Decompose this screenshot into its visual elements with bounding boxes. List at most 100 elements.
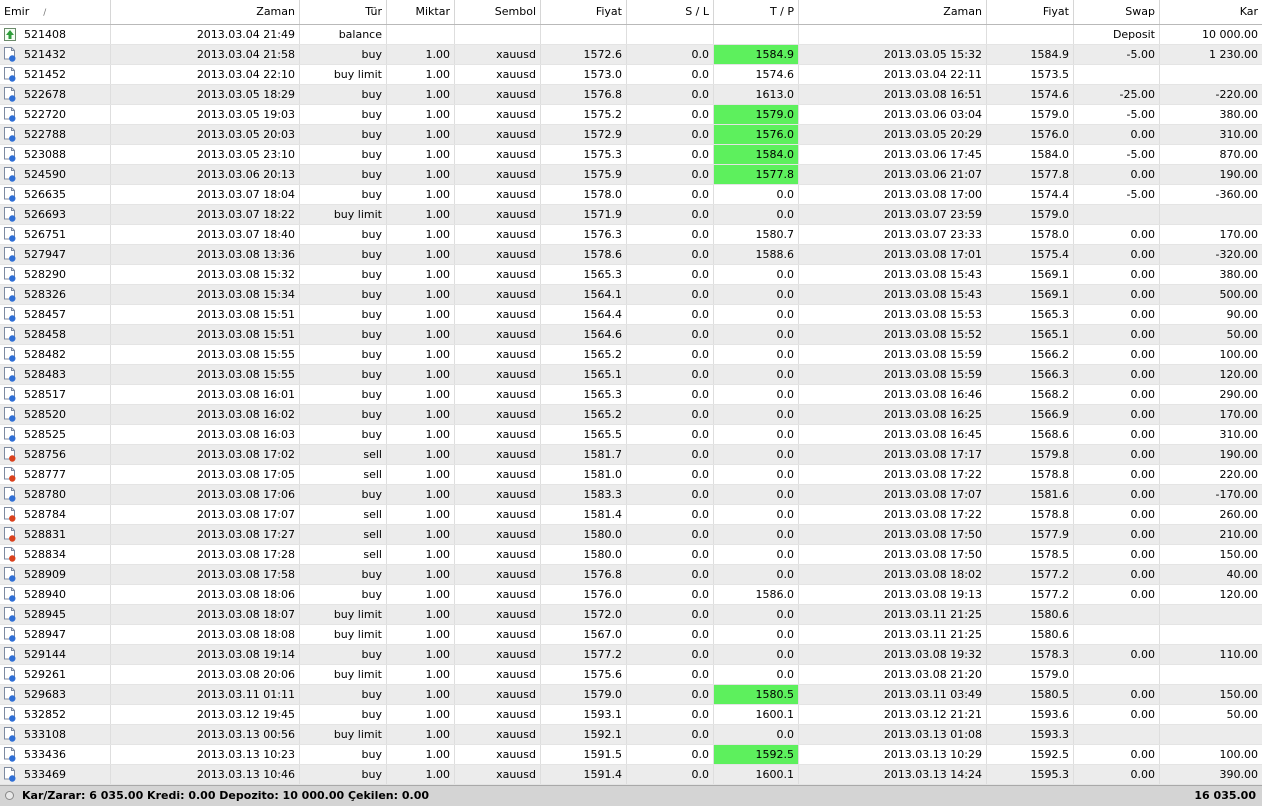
table-row[interactable]: 529261 2013.03.08 20:06 buy limit 1.00 xauus… [0, 665, 1262, 685]
cell-close-price-text: 1584.9 [1030, 48, 1070, 61]
cell-emir-text: 528457 [24, 308, 66, 321]
cell-profit: 110.00 [1160, 645, 1262, 664]
header-fiyat-open[interactable]: Fiyat [541, 0, 627, 24]
cell-emir: 528940 [0, 585, 111, 604]
table-row[interactable]: 522720 2013.03.05 19:03 buy 1.00 xauusd 1575.… [0, 105, 1262, 125]
table-row[interactable]: 528947 2013.03.08 18:08 buy limit 1.00 xauus… [0, 625, 1262, 645]
table-row[interactable]: 528482 2013.03.08 15:55 buy 1.00 xauusd 1565.… [0, 345, 1262, 365]
cell-emir: 526693 [0, 205, 111, 224]
cell-symbol-text: xauusd [496, 108, 536, 121]
cell-profit-text: 290.00 [1219, 388, 1259, 401]
table-row[interactable]: 521452 2013.03.04 22:10 buy limit 1.00 xauus… [0, 65, 1262, 85]
table-row[interactable]: 528940 2013.03.08 18:06 buy 1.00 xauusd 1576.… [0, 585, 1262, 605]
cell-lots-text: 1.00 [425, 128, 451, 141]
cell-open-price-text: 1578.6 [583, 248, 623, 261]
header-emir[interactable]: Emir / [0, 0, 111, 24]
table-row[interactable]: 528756 2013.03.08 17:02 sell 1.00 xauusd 1581… [0, 445, 1262, 465]
header-kar[interactable]: Kar [1160, 0, 1262, 24]
table-row[interactable]: 522678 2013.03.05 18:29 buy 1.00 xauusd 1576.… [0, 85, 1262, 105]
table-row[interactable]: 528458 2013.03.08 15:51 buy 1.00 xauusd 1564.… [0, 325, 1262, 345]
cell-open-price-text: 1591.4 [583, 768, 623, 781]
cell-open-price-text: 1592.1 [583, 728, 623, 741]
table-row[interactable]: 521408 2013.03.04 21:49 balance Deposit 10 0… [0, 25, 1262, 45]
cell-swap: 0.00 [1074, 285, 1160, 304]
cell-symbol-text: xauusd [496, 588, 536, 601]
table-row[interactable]: 526751 2013.03.07 18:40 buy 1.00 xauusd 1576.… [0, 225, 1262, 245]
cell-symbol-text: xauusd [496, 528, 536, 541]
cell-emir: 529261 [0, 665, 111, 684]
cell-open-time-text: 2013.03.07 18:22 [196, 208, 295, 221]
table-row[interactable]: 528909 2013.03.08 17:58 buy 1.00 xauusd 1576.… [0, 565, 1262, 585]
table-row[interactable]: 528520 2013.03.08 16:02 buy 1.00 xauusd 1565.… [0, 405, 1262, 425]
table-row[interactable]: 528945 2013.03.08 18:07 buy limit 1.00 xauus… [0, 605, 1262, 625]
cell-sl-text: 0.0 [691, 648, 710, 661]
table-row[interactable]: 529144 2013.03.08 19:14 buy 1.00 xauusd 1577.… [0, 645, 1262, 665]
table-row[interactable]: 528777 2013.03.08 17:05 sell 1.00 xauusd 1581… [0, 465, 1262, 485]
table-row[interactable]: 528831 2013.03.08 17:27 sell 1.00 xauusd 1580… [0, 525, 1262, 545]
cell-emir-text: 528483 [24, 368, 66, 381]
cell-close-price: 1569.1 [987, 285, 1074, 304]
table-row[interactable]: 532852 2013.03.12 19:45 buy 1.00 xauusd 1593.… [0, 705, 1262, 725]
cell-lots-text: 1.00 [425, 568, 451, 581]
cell-tp: 0.0 [714, 205, 799, 224]
table-row[interactable]: 528457 2013.03.08 15:51 buy 1.00 xauusd 1564.… [0, 305, 1262, 325]
table-row[interactable]: 528780 2013.03.08 17:06 buy 1.00 xauusd 1583.… [0, 485, 1262, 505]
header-sl[interactable]: S / L [627, 0, 714, 24]
cell-open-time: 2013.03.07 18:22 [111, 205, 300, 224]
cell-swap-text: 0.00 [1130, 688, 1156, 701]
cell-emir: 528756 [0, 445, 111, 464]
cell-tp-text: 1579.0 [755, 108, 795, 121]
table-row[interactable]: 529683 2013.03.11 01:11 buy 1.00 xauusd 1579.… [0, 685, 1262, 705]
cell-tp-text: 0.0 [776, 728, 795, 741]
cell-lots [387, 25, 455, 44]
table-row[interactable]: 526635 2013.03.07 18:04 buy 1.00 xauusd 1578.… [0, 185, 1262, 205]
cell-open-price-text: 1565.2 [583, 348, 623, 361]
header-sembol[interactable]: Sembol [455, 0, 541, 24]
cell-swap-text: 0.00 [1130, 348, 1156, 361]
cell-close-time: 2013.03.08 17:07 [799, 485, 987, 504]
cell-open-time-text: 2013.03.08 15:32 [196, 268, 295, 281]
header-miktar[interactable]: Miktar [387, 0, 455, 24]
header-tur[interactable]: Tür [300, 0, 387, 24]
cell-open-time: 2013.03.08 15:55 [111, 345, 300, 364]
cell-sl-text: 0.0 [691, 368, 710, 381]
cell-sl: 0.0 [627, 485, 714, 504]
table-row[interactable]: 528784 2013.03.08 17:07 sell 1.00 xauusd 1581… [0, 505, 1262, 525]
table-row[interactable]: 527947 2013.03.08 13:36 buy 1.00 xauusd 1578.… [0, 245, 1262, 265]
header-swap[interactable]: Swap [1074, 0, 1160, 24]
table-row[interactable]: 528290 2013.03.08 15:32 buy 1.00 xauusd 1565.… [0, 265, 1262, 285]
cell-swap-text: 0.00 [1130, 408, 1156, 421]
table-row[interactable]: 522788 2013.03.05 20:03 buy 1.00 xauusd 1572.… [0, 125, 1262, 145]
cell-close-time-text: 2013.03.11 21:25 [883, 628, 982, 641]
cell-emir: 522788 [0, 125, 111, 144]
table-row[interactable]: 528834 2013.03.08 17:28 sell 1.00 xauusd 1580… [0, 545, 1262, 565]
table-row[interactable]: 524590 2013.03.06 20:13 buy 1.00 xauusd 1575.… [0, 165, 1262, 185]
table-row[interactable]: 533436 2013.03.13 10:23 buy 1.00 xauusd 1591.… [0, 745, 1262, 765]
buy-order-icon [4, 287, 16, 302]
table-row[interactable]: 528525 2013.03.08 16:03 buy 1.00 xauusd 1565.… [0, 425, 1262, 445]
header-tp[interactable]: T / P [714, 0, 799, 24]
table-row[interactable]: 533469 2013.03.13 10:46 buy 1.00 xauusd 1591.… [0, 765, 1262, 785]
cell-emir: 521432 [0, 45, 111, 64]
header-zaman-close[interactable]: Zaman [799, 0, 987, 24]
table-row[interactable]: 533108 2013.03.13 00:56 buy limit 1.00 xauus… [0, 725, 1262, 745]
header-zaman-open[interactable]: Zaman [111, 0, 300, 24]
header-fiyat-close[interactable]: Fiyat [987, 0, 1074, 24]
cell-close-price-text: 1565.3 [1030, 308, 1070, 321]
cell-type: buy [300, 265, 387, 284]
table-row[interactable]: 526693 2013.03.07 18:22 buy limit 1.00 xauus… [0, 205, 1262, 225]
cell-close-time-text: 2013.03.08 18:02 [883, 568, 982, 581]
cell-close-time-text: 2013.03.12 21:21 [883, 708, 982, 721]
cell-lots: 1.00 [387, 265, 455, 284]
cell-close-time-text: 2013.03.11 21:25 [883, 608, 982, 621]
cell-close-price-text: 1584.0 [1030, 148, 1070, 161]
cell-emir: 528290 [0, 265, 111, 284]
cell-type: buy [300, 345, 387, 364]
cell-open-price-text: 1575.9 [583, 168, 623, 181]
cell-lots: 1.00 [387, 525, 455, 544]
table-row[interactable]: 528483 2013.03.08 15:55 buy 1.00 xauusd 1565.… [0, 365, 1262, 385]
table-row[interactable]: 528517 2013.03.08 16:01 buy 1.00 xauusd 1565.… [0, 385, 1262, 405]
table-row[interactable]: 521432 2013.03.04 21:58 buy 1.00 xauusd 1572.… [0, 45, 1262, 65]
table-row[interactable]: 528326 2013.03.08 15:34 buy 1.00 xauusd 1564.… [0, 285, 1262, 305]
table-row[interactable]: 523088 2013.03.05 23:10 buy 1.00 xauusd 1575.… [0, 145, 1262, 165]
